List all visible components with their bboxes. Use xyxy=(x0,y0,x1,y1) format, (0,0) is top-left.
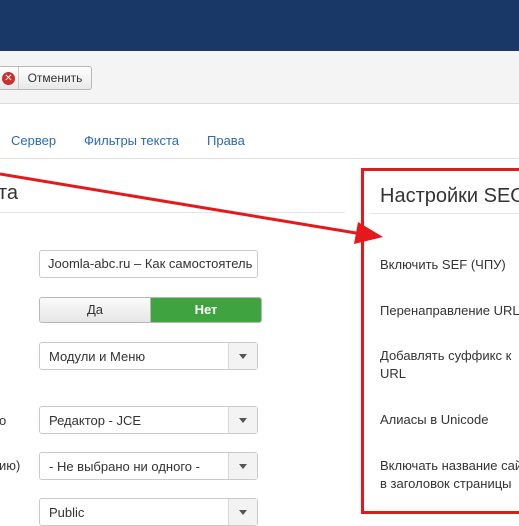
arrow-annotation xyxy=(0,172,383,244)
